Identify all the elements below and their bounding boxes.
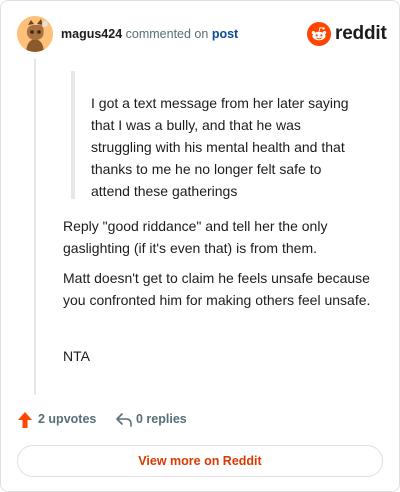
- snoo-avatar-icon[interactable]: [17, 16, 53, 52]
- reply-count: 0 replies: [136, 412, 187, 426]
- comment-paragraph-2: Matt doesn't get to claim he feels unsaf…: [63, 270, 371, 308]
- view-more-button[interactable]: View more on Reddit: [17, 445, 383, 477]
- author-name[interactable]: magus424: [61, 27, 122, 41]
- comment-embed-card: magus424 commented on post reddit I got …: [0, 0, 400, 492]
- comment-paragraph-3: NTA: [63, 348, 90, 364]
- comment-actions: 2 upvotes 0 replies: [17, 409, 317, 431]
- comment-header: magus424 commented on post reddit: [17, 16, 387, 52]
- upvote-arrow-icon[interactable]: [17, 411, 33, 429]
- post-link[interactable]: post: [212, 27, 238, 41]
- action-text: commented on: [125, 27, 209, 41]
- thread-line: [34, 59, 36, 395]
- brand-wordmark: reddit: [335, 23, 387, 44]
- comment-meta: magus424 commented on post: [61, 26, 238, 42]
- quote-text: I got a text message from her later sayi…: [91, 95, 349, 199]
- reddit-brand[interactable]: reddit: [307, 20, 387, 48]
- upvote-count: 2 upvotes: [38, 412, 97, 426]
- reddit-logo-icon: [307, 22, 331, 46]
- reply-arrow-icon[interactable]: [115, 412, 133, 428]
- blockquote: I got a text message from her later sayi…: [71, 71, 371, 199]
- comment-paragraph-1: Reply "good riddance" and tell her the o…: [63, 218, 328, 256]
